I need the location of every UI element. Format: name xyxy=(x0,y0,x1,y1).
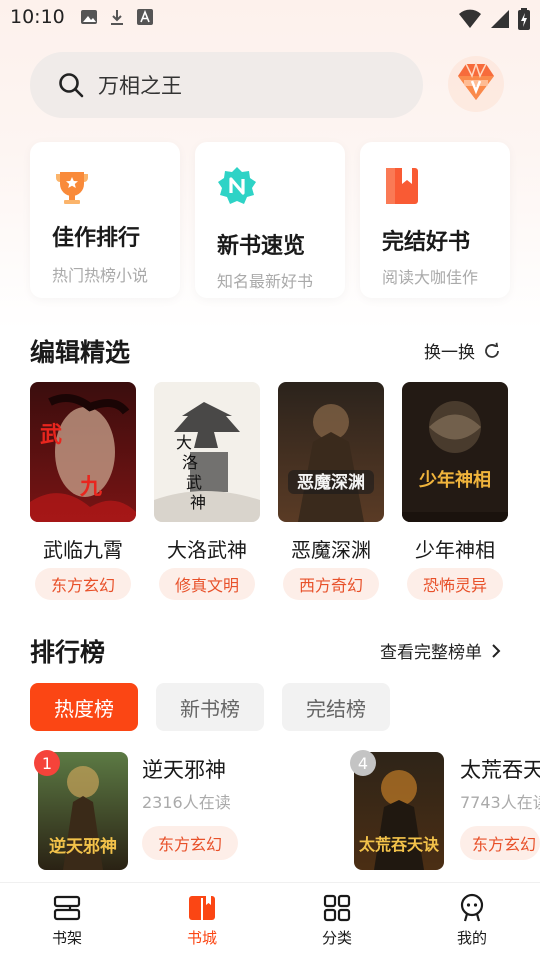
search-icon xyxy=(59,73,84,98)
section-title-ranking: 排行榜 xyxy=(30,638,106,667)
rank-badge: 4 xyxy=(350,750,376,776)
quick-card-title: 完结好书 xyxy=(382,230,471,255)
book-store-icon xyxy=(189,896,215,920)
status-notifications xyxy=(80,8,154,26)
quick-card-subtitle: 阅读大咖佳作 xyxy=(382,268,479,287)
book-title[interactable]: 少年神相 xyxy=(402,534,508,563)
quick-card-title: 新书速览 xyxy=(217,234,306,259)
quick-card-new-books[interactable]: 新书速览 知名最新好书 xyxy=(195,142,345,298)
battery-icon xyxy=(518,8,530,30)
signal-icon xyxy=(491,10,509,28)
refresh-label: 换一换 xyxy=(424,343,475,363)
svg-text:太荒吞天诀: 太荒吞天诀 xyxy=(358,835,440,854)
book-title[interactable]: 恶魔深渊 xyxy=(278,534,384,563)
svg-text:少年神相: 少年神相 xyxy=(418,469,491,491)
category-grid-icon xyxy=(323,894,351,922)
book-title[interactable]: 大洛武神 xyxy=(154,534,260,563)
new-badge-icon xyxy=(215,164,259,208)
quick-card-subtitle: 热门热榜小说 xyxy=(52,266,149,285)
vip-gem-icon[interactable] xyxy=(444,50,508,114)
svg-text:洛: 洛 xyxy=(182,453,198,472)
view-full-ranking-label: 查看完整榜单 xyxy=(380,643,482,663)
svg-text:神: 神 xyxy=(190,493,206,512)
ranked-book-title[interactable]: 逆天邪神 xyxy=(142,754,226,784)
tab-hot-ranking[interactable]: 热度榜 xyxy=(30,683,138,731)
chevron-right-icon xyxy=(492,643,501,658)
quick-card-title: 佳作排行 xyxy=(52,226,141,251)
nav-label: 我的 xyxy=(456,929,487,947)
rank-badge: 1 xyxy=(34,750,60,776)
book-cover[interactable]: 大 洛 武 神 xyxy=(154,382,260,522)
search-query: 万相之王 xyxy=(98,74,182,98)
nav-bookstore[interactable]: 书城 xyxy=(162,893,242,948)
tab-completed[interactable]: 完结榜 xyxy=(282,683,390,731)
reader-count: 7743人在读 xyxy=(460,793,540,812)
font-icon xyxy=(137,9,153,25)
svg-text:武: 武 xyxy=(40,422,62,448)
svg-text:恶魔深渊: 恶魔深渊 xyxy=(297,472,365,493)
profile-icon xyxy=(460,893,484,922)
refresh-icon xyxy=(485,342,499,358)
genre-tag[interactable]: 东方玄幻 xyxy=(460,826,540,860)
bookmark-book-icon xyxy=(380,164,424,208)
tab-new-books[interactable]: 新书榜 xyxy=(156,683,264,731)
nav-category[interactable]: 分类 xyxy=(297,893,377,948)
status-system xyxy=(458,8,530,30)
book-cover[interactable]: 少年神相 xyxy=(402,382,508,522)
genre-tag[interactable]: 修真文明 xyxy=(159,568,255,600)
svg-text:大: 大 xyxy=(176,433,192,452)
nav-label: 分类 xyxy=(321,929,352,947)
nav-label: 书架 xyxy=(51,929,82,947)
ranked-book-title[interactable]: 太荒吞天诀 xyxy=(460,754,540,784)
view-full-ranking-link[interactable]: 查看完整榜单 xyxy=(380,638,502,663)
reader-count: 2316人在读 xyxy=(142,793,231,812)
quick-card-subtitle: 知名最新好书 xyxy=(217,272,314,291)
genre-tag[interactable]: 恐怖灵异 xyxy=(407,568,503,600)
trophy-icon xyxy=(50,164,94,208)
book-cover[interactable]: 恶魔深渊 xyxy=(278,382,384,522)
nav-bookshelf[interactable]: 书架 xyxy=(27,893,107,948)
nav-label: 书城 xyxy=(186,929,217,947)
genre-tag[interactable]: 西方奇幻 xyxy=(283,568,379,600)
bottom-navigation: 书架 书城 分类 我的 xyxy=(0,882,540,960)
quick-card-ranking[interactable]: 佳作排行 热门热榜小说 xyxy=(30,142,180,298)
nav-profile[interactable]: 我的 xyxy=(432,893,512,948)
book-title[interactable]: 武临九霄 xyxy=(30,534,136,563)
book-cover[interactable]: 武 九 xyxy=(30,382,136,522)
svg-text:武: 武 xyxy=(186,473,202,492)
section-title-editor-picks: 编辑精选 xyxy=(30,338,131,367)
genre-tag[interactable]: 东方玄幻 xyxy=(142,826,238,860)
search-bar[interactable]: 万相之王 xyxy=(30,52,423,118)
svg-text:九: 九 xyxy=(79,474,102,500)
status-time: 10:10 xyxy=(10,6,65,28)
wifi-icon xyxy=(459,9,481,28)
refresh-button[interactable]: 换一换 xyxy=(424,338,501,363)
download-icon xyxy=(111,10,123,25)
svg-text:逆天邪神: 逆天邪神 xyxy=(49,836,117,857)
gallery-icon xyxy=(81,10,97,24)
bookshelf-icon xyxy=(53,895,81,921)
quick-card-completed[interactable]: 完结好书 阅读大咖佳作 xyxy=(360,142,510,298)
genre-tag[interactable]: 东方玄幻 xyxy=(35,568,131,600)
